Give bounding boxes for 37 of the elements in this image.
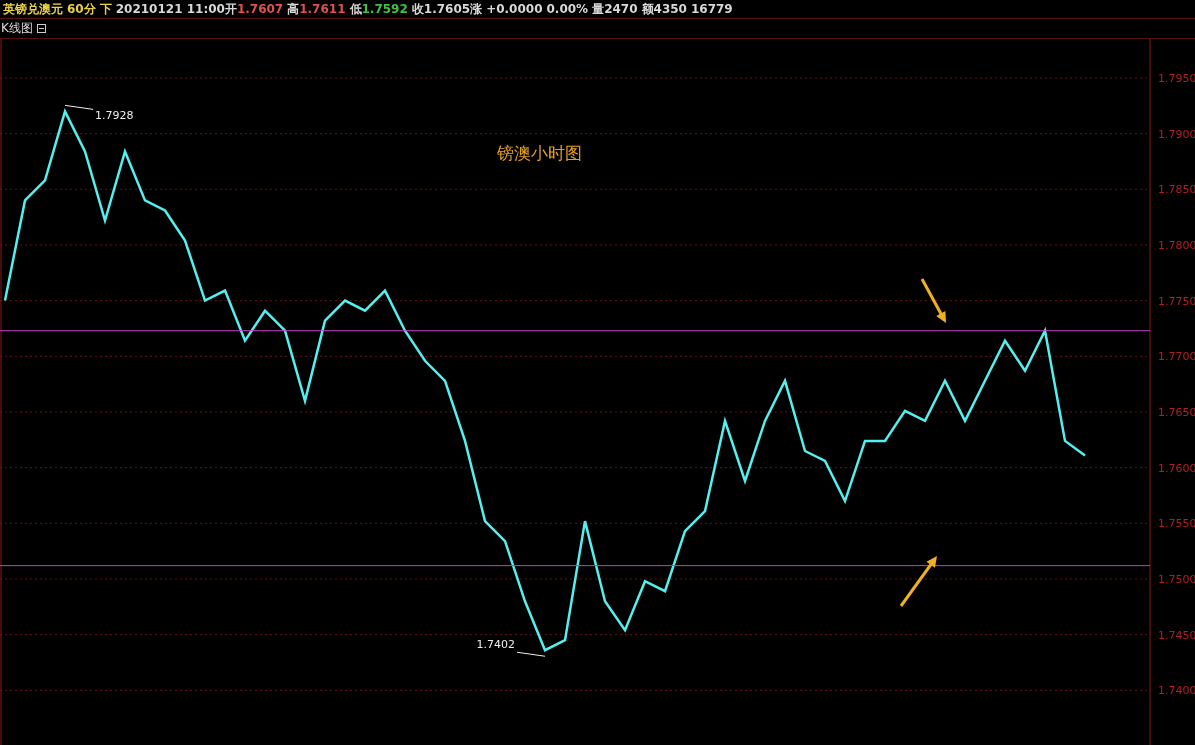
price-label: 1.7402 — [476, 638, 515, 652]
quote-field: 涨 — [470, 0, 483, 18]
axis-tick-label: 1.7700 — [1158, 350, 1195, 364]
axis-tick-label: 1.7550 — [1158, 517, 1195, 531]
quote-field: 1.7607 — [236, 2, 284, 16]
quote-field: 低 — [349, 0, 362, 18]
annotation-arrow — [899, 556, 937, 607]
axis-tick-label: 1.7400 — [1158, 684, 1195, 698]
quote-field: 60分 — [67, 0, 96, 18]
axis-tick-label: 1.7500 — [1158, 573, 1195, 586]
quote-field: 高 — [287, 0, 300, 18]
leader-line — [516, 651, 546, 657]
quote-field: 下 — [99, 0, 112, 18]
axis-tick-label: 1.7800 — [1158, 239, 1195, 252]
quote-field: 16779 — [690, 2, 733, 16]
quote-field: 1.7611 — [299, 2, 346, 16]
axis-tick-label: 1.7900 — [1158, 127, 1195, 141]
quote-field: 1.7592 — [361, 2, 408, 16]
chart-title: 镑澳小时图 — [497, 143, 582, 163]
price-label: 1.7928 — [95, 109, 134, 123]
quote-field: 收1.7605 — [411, 0, 471, 18]
axis-tick-label: 1.7650 — [1158, 406, 1195, 419]
quote-field: +0.0000 — [486, 2, 543, 16]
collapse-icon[interactable] — [36, 24, 46, 33]
quote-field: 20210121 11:00开 — [115, 0, 237, 18]
axis-tick-label: 1.7850 — [1158, 183, 1195, 197]
axis-tick-label: 1.7950 — [1158, 71, 1195, 85]
axis-tick-label: 1.7750 — [1158, 294, 1195, 308]
quote-field: 0.00% — [546, 2, 589, 16]
quote-field: 额4350 — [641, 0, 687, 18]
annotation-arrow — [920, 278, 946, 323]
quote-field: 量2470 — [592, 0, 638, 18]
axis-tick-label: 1.7600 — [1158, 461, 1195, 475]
axis-tick-label: 1.7450 — [1158, 628, 1195, 642]
leader-line — [64, 104, 94, 110]
quote-field: 英镑兑澳元 — [3, 0, 63, 18]
panel-title: K线图 — [1, 20, 33, 37]
